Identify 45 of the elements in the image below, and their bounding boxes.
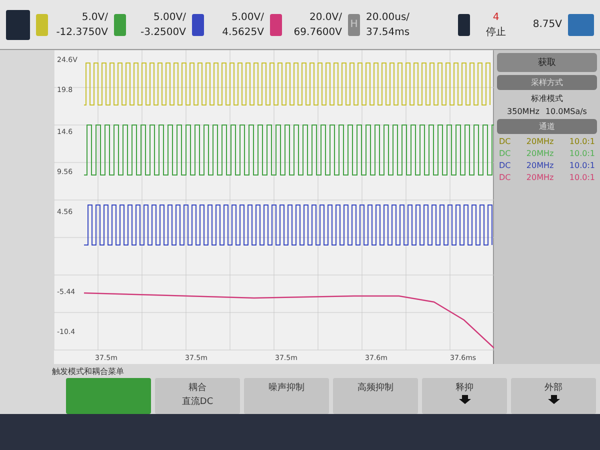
menu-button[interactable]: 高频抑制	[333, 378, 418, 414]
sample-rate: 10.0MSa/s	[545, 107, 587, 116]
coupling-text: DC	[499, 161, 511, 170]
menu-button[interactable]: 释抑	[422, 378, 507, 414]
menu-button[interactable]: 耦合 直流DC	[155, 378, 240, 414]
probe-ratio: 10.0:1	[569, 137, 595, 146]
coupling-text: DC	[499, 137, 511, 146]
menu-button[interactable]: 噪声抑制	[244, 378, 329, 414]
coupling-text: DC	[499, 149, 511, 158]
menu-button[interactable]: 外部	[511, 378, 596, 414]
bandwidth-text: 20MHz	[526, 161, 554, 170]
bandwidth-text: 20MHz	[526, 149, 554, 158]
time-position: 37.54ms	[366, 26, 410, 40]
channel-scale: 5.00V/	[232, 10, 264, 24]
channel-scale: 20.0V/	[310, 10, 342, 24]
bandwidth-text: 20MHz	[526, 137, 554, 146]
logo-button[interactable]	[568, 14, 594, 36]
run-status: 停止	[486, 26, 506, 40]
channel-scale: 5.00V/	[154, 10, 186, 24]
probe-ratio: 10.0:1	[569, 149, 595, 158]
trigger-source: 4	[492, 10, 500, 24]
channel-marker[interactable]	[36, 14, 48, 36]
channel-marker[interactable]	[192, 14, 204, 36]
channel-offset: 69.7600V	[294, 26, 342, 40]
sample-rate: 350MHz	[507, 107, 540, 116]
channel-marker[interactable]	[270, 14, 282, 36]
probe-ratio: 10.0:1	[569, 173, 595, 182]
mode-text: 标准模式	[531, 93, 563, 104]
trigger-level: 8.75V	[532, 18, 562, 32]
panel-title: 获取	[497, 53, 597, 72]
bandwidth-text: 20MHz	[526, 173, 554, 182]
timebase-label: H	[350, 19, 358, 30]
section-header: 通道	[497, 119, 597, 134]
channel-offset: 4.5625V	[222, 26, 264, 40]
trigger-marker[interactable]	[458, 14, 470, 36]
channel-offset: -12.3750V	[56, 26, 108, 40]
channel-marker[interactable]	[114, 14, 126, 36]
probe-ratio: 10.0:1	[569, 161, 595, 170]
channel-offset: -3.2500V	[140, 26, 186, 40]
coupling-text: DC	[499, 173, 511, 182]
menu-title: 触发模式和耦合菜单	[52, 367, 124, 376]
menu-button[interactable]	[6, 10, 30, 40]
time-scale: 20.00us/	[366, 10, 410, 24]
section-header: 采样方式	[497, 75, 597, 90]
channel-scale: 5.0V/	[82, 10, 108, 24]
